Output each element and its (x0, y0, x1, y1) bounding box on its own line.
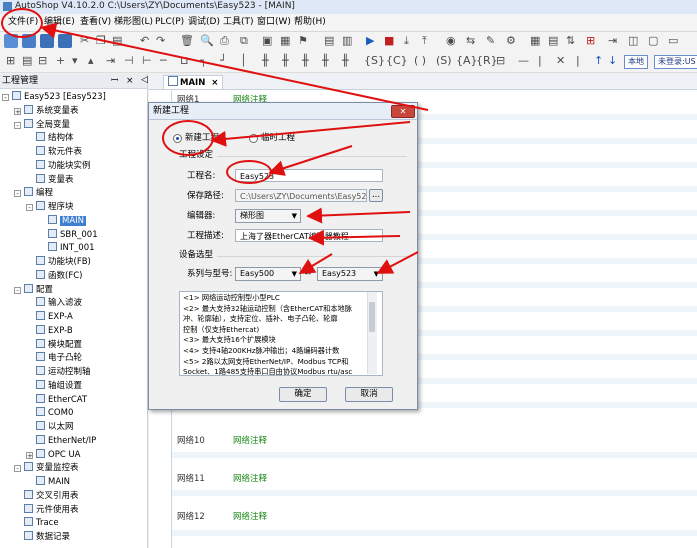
arrow-to-description (308, 229, 401, 246)
arrow-to-new-project (210, 121, 411, 147)
annotation-arrows (40, 22, 429, 275)
arrow-to-series (298, 253, 333, 275)
arrow-to-file-menu (40, 22, 429, 111)
arrow-to-editor (306, 207, 411, 224)
arrow-to-model (376, 251, 419, 274)
arrow-to-project-name (268, 145, 353, 176)
